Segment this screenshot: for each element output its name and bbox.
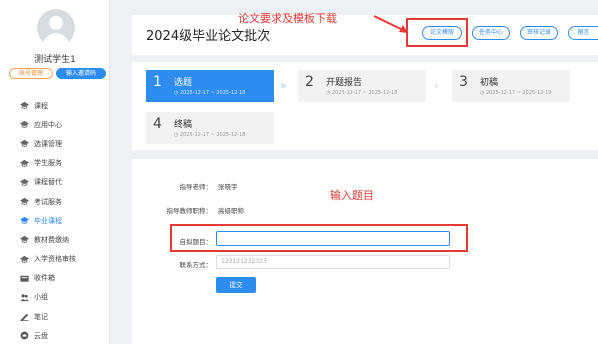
sidebar-item-course-selection[interactable]: 选课管理 <box>0 134 110 153</box>
contact-input[interactable]: 123121232323 <box>216 255 450 269</box>
sidebar-item-admission-review[interactable]: 入学资格审核 <box>0 250 110 269</box>
message-button[interactable]: 留言 <box>568 26 598 40</box>
annotation-box-template <box>406 18 468 47</box>
sidebar-item-label: 课程替代 <box>34 178 62 187</box>
step-dates: ◷ 2025-12-17 ~ 2025-12-18 <box>174 90 246 96</box>
step-label: 选题 <box>174 78 193 88</box>
enter-invite-code-button[interactable]: 输入邀请码 <box>56 68 106 79</box>
graduation-cap-icon <box>20 255 29 264</box>
step-label: 初稿 <box>480 78 499 88</box>
group-icon <box>20 293 29 302</box>
annotation-text-template: 论文要求及模板下载 <box>238 12 337 25</box>
account-management-button[interactable]: 账号管理 <box>9 68 53 79</box>
sidebar-item-notes[interactable]: 笔记 <box>0 307 110 326</box>
submit-button[interactable]: 提交 <box>216 277 256 293</box>
avatar-head-shape <box>49 16 63 30</box>
sidebar-item-label: 小组 <box>34 293 48 302</box>
sidebar-item-label: 收件箱 <box>34 274 55 283</box>
step-dates: ◷ 2025-12-17 ~ 2025-12-19 <box>480 90 552 96</box>
advisor-title-label: 指导教师职称： <box>166 207 213 215</box>
sidebar-item-label: 毕业课程 <box>34 216 62 225</box>
step-label: 开题报告 <box>326 78 363 88</box>
sidebar-menu: 课程 应用中心 选课管理 学生服务 课程替代 考试服务 毕业课程 教材费缴纳 入… <box>0 96 110 344</box>
double-chevron-right-icon: » <box>280 79 287 92</box>
sidebar-item-course[interactable]: 课程 <box>0 96 110 115</box>
sidebar-item-label: 学生服务 <box>34 159 62 168</box>
annotation-box-topic <box>170 224 468 252</box>
note-icon <box>20 312 29 322</box>
advisor-label: 指导老师： <box>179 183 213 191</box>
step-dates: ◷ 2025-12-17 ~ 2025-12-18 <box>174 132 246 138</box>
contact-label: 联系方式： <box>179 261 213 269</box>
sidebar-item-graduation-course[interactable]: 毕业课程 <box>0 211 110 230</box>
sidebar-item-label: 考试服务 <box>34 197 62 206</box>
graduation-cap-icon <box>20 139 29 148</box>
username: 测试学生1 <box>34 55 76 65</box>
step-dates: ◷ 2025-12-17 ~ 2025-12-18 <box>326 90 398 96</box>
sidebar-item-label: 课程 <box>34 101 48 110</box>
header-card: 2024级毕业论文批次 论文模版 任务中心 审核记录 留言 <box>132 15 598 55</box>
sidebar-item-label: 入学资格审核 <box>34 255 76 264</box>
step-first-draft[interactable]: 3 初稿 ◷ 2025-12-17 ~ 2025-12-19 <box>452 70 570 102</box>
step-number: 3 <box>459 74 468 90</box>
sidebar-item-exam-services[interactable]: 考试服务 <box>0 192 110 211</box>
graduation-cap-icon <box>20 216 29 225</box>
graduation-cap-icon <box>20 235 29 244</box>
cloud-icon <box>20 331 29 340</box>
sidebar-item-student-services[interactable]: 学生服务 <box>0 154 110 173</box>
sidebar-item-inbox[interactable]: 收件箱 <box>0 269 110 288</box>
sidebar-item-label: 应用中心 <box>34 120 62 129</box>
step-number: 2 <box>305 74 314 90</box>
graduation-cap-icon <box>20 197 29 206</box>
form-card: 指导老师： 张晓宇 指导教师职称： 高级职称 自拟题目： 联系方式： 12312… <box>132 159 598 344</box>
task-center-button[interactable]: 任务中心 <box>472 26 510 40</box>
sidebar-item-cloud-drive[interactable]: 云盘 <box>0 326 110 344</box>
sidebar-item-course-substitution[interactable]: 课程替代 <box>0 173 110 192</box>
sidebar-item-label: 选课管理 <box>34 139 62 148</box>
chevron-right-icon: › <box>434 79 439 92</box>
sidebar-item-label: 笔记 <box>34 312 48 321</box>
step-label: 终稿 <box>174 120 193 130</box>
sidebar: 测试学生1 账号管理 输入邀请码 课程 应用中心 选课管理 学生服务 课程替代 … <box>0 0 110 344</box>
inbox-icon <box>20 274 29 283</box>
advisor-title-value: 高级职称 <box>218 207 244 215</box>
graduation-cap-icon <box>20 120 29 129</box>
page-title: 2024级毕业论文批次 <box>146 29 271 44</box>
graduation-cap-icon <box>20 178 29 187</box>
sidebar-item-app-center[interactable]: 应用中心 <box>0 115 110 134</box>
step-number: 4 <box>153 116 162 132</box>
sidebar-item-label: 云盘 <box>34 331 48 340</box>
avatar[interactable] <box>37 9 75 47</box>
advisor-value: 张晓宇 <box>218 183 238 191</box>
review-records-button[interactable]: 审核记录 <box>520 26 558 40</box>
steps-card: 1 选题 ◷ 2025-12-17 ~ 2025-12-18 » 2 开题报告 … <box>132 62 598 150</box>
step-topic-selection[interactable]: 1 选题 ◷ 2025-12-17 ~ 2025-12-18 <box>146 70 274 102</box>
annotation-text-topic: 输入题目 <box>330 189 374 202</box>
avatar-body-shape <box>43 33 69 47</box>
graduation-cap-icon <box>20 101 29 110</box>
step-proposal[interactable]: 2 开题报告 ◷ 2025-12-17 ~ 2025-12-18 <box>298 70 426 102</box>
graduation-cap-icon <box>20 159 29 168</box>
step-final-draft[interactable]: 4 终稿 ◷ 2025-12-17 ~ 2025-12-18 <box>146 112 274 144</box>
sidebar-item-textbook-fee[interactable]: 教材费缴纳 <box>0 230 110 249</box>
sidebar-item-label: 教材费缴纳 <box>34 235 69 244</box>
sidebar-item-group[interactable]: 小组 <box>0 288 110 307</box>
step-number: 1 <box>153 74 162 90</box>
annotation-arrow-icon <box>373 15 408 33</box>
